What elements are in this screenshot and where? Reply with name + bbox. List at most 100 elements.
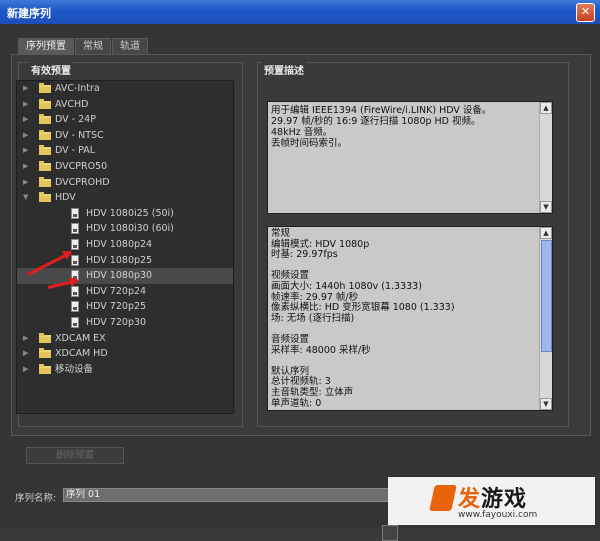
- tree-item-label: XDCAM EX: [55, 332, 106, 344]
- expand-right-icon[interactable]: ▶: [23, 362, 31, 378]
- expand-down-icon[interactable]: ▼: [23, 190, 31, 206]
- tree-preset-item[interactable]: HDV 1080p24: [17, 237, 233, 253]
- sequence-name-label: 序列名称:: [15, 493, 57, 504]
- tree-folder-item[interactable]: ▶ DV - PAL: [17, 143, 233, 159]
- tree-item-label: HDV 1080p24: [86, 238, 153, 250]
- expand-right-icon[interactable]: ▶: [23, 97, 31, 113]
- folder-icon: [39, 176, 51, 187]
- tree-item-label: HDV 720p24: [86, 285, 147, 297]
- expand-right-icon[interactable]: ▶: [23, 331, 31, 347]
- folder-icon: [39, 348, 51, 359]
- tree-item-label: HDV 720p25: [86, 301, 147, 313]
- folder-icon: [39, 114, 51, 125]
- expand-right-icon[interactable]: ▶: [23, 143, 31, 159]
- description-line: 48kHz 音频。: [271, 127, 333, 138]
- dialog-body: 序列预置 常规 轨道 有效预置 预置描述 ▶ AVC-Intra ▶ AVCHD ▶ DV…: [0, 24, 600, 541]
- settings-line: 时基: 29.97fps: [271, 249, 338, 261]
- close-icon[interactable]: ✕: [576, 3, 595, 22]
- tree-folder-item[interactable]: ▶ XDCAM EX: [17, 331, 233, 347]
- tree-item-label: AVC-Intra: [55, 83, 100, 94]
- tree-folder-item[interactable]: ▶ 移动设备: [17, 362, 233, 378]
- scroll-up-icon[interactable]: ▲: [540, 227, 552, 239]
- preset-file-icon: [71, 285, 79, 297]
- preset-description-box: 用于编辑 IEEE1394 (FireWire/i.LINK) HDV 设备。 …: [267, 101, 553, 214]
- tree-folder-item[interactable]: ▶ DVCPRO50: [17, 159, 233, 175]
- tree-preset-item[interactable]: HDV 1080p30: [17, 268, 233, 284]
- preset-file-icon: [71, 207, 79, 219]
- settings-scrollbar[interactable]: ▲ ▼: [539, 227, 552, 410]
- settings-line: 采样率: 48000 采样/秒: [271, 344, 371, 356]
- tree-item-label: HDV 1080p25: [86, 254, 153, 266]
- tree-item-label: DV - 24P: [55, 114, 96, 126]
- description-line: 丢帧时间码索引。: [271, 138, 348, 149]
- expand-right-icon[interactable]: ▶: [23, 175, 31, 191]
- settings-line: 单声道轨: 0: [271, 397, 322, 409]
- ok-button[interactable]: [382, 525, 398, 541]
- tree-item-label: DV - PAL: [55, 145, 96, 157]
- folder-icon: [39, 98, 51, 109]
- folder-icon: [39, 83, 51, 93]
- expand-right-icon[interactable]: ▶: [23, 81, 31, 97]
- preset-file-icon: [71, 223, 79, 235]
- scroll-down-icon[interactable]: ▼: [540, 201, 552, 213]
- tree-folder-item[interactable]: ▶ DVCPROHD: [17, 175, 233, 191]
- tree-preset-item[interactable]: HDV 720p25: [17, 299, 233, 315]
- preset-file-icon: [71, 316, 79, 328]
- delete-preset-button[interactable]: 删除预置: [26, 447, 124, 464]
- tab-sequence-presets[interactable]: 序列预置: [18, 38, 74, 54]
- tab-tracks[interactable]: 轨道: [112, 38, 148, 54]
- description-line: 用于编辑 IEEE1394 (FireWire/i.LINK) HDV 设备。: [271, 105, 492, 116]
- tree-item-label: HDV 1080p30: [86, 270, 153, 282]
- preset-file-icon: [71, 238, 79, 250]
- tree-folder-item[interactable]: ▶ AVC-Intra: [17, 81, 233, 97]
- settings-line: 音频设置: [271, 333, 310, 345]
- tab-bar: 序列预置 常规 轨道: [18, 38, 149, 54]
- folder-icon: [39, 192, 51, 203]
- settings-line: 画面大小: 1440h 1080v (1.3333): [271, 280, 422, 292]
- window-title: 新建序列: [7, 7, 51, 20]
- tree-preset-item[interactable]: HDV 720p30: [17, 315, 233, 331]
- tree-folder-item[interactable]: ▶ DV - NTSC: [17, 128, 233, 144]
- description-line: 29.97 帧/秒的 16:9 逐行扫描 1080p HD 视频。: [271, 116, 481, 127]
- tree-preset-item[interactable]: HDV 1080i30 (60i): [17, 221, 233, 237]
- tab-general[interactable]: 常规: [75, 38, 111, 54]
- tree-folder-item[interactable]: ▶ DV - 24P: [17, 112, 233, 128]
- folder-icon: [39, 332, 51, 343]
- folder-icon: [39, 160, 51, 171]
- tree-item-label: HDV 1080i25 (50i): [86, 207, 174, 219]
- title-bar: 新建序列 ✕: [0, 0, 600, 24]
- preset-settings-box: 常规 编辑模式: HDV 1080p 时基: 29.97fps 视频设置 画面大小…: [267, 226, 553, 411]
- scroll-up-icon[interactable]: ▲: [540, 102, 552, 114]
- expand-right-icon[interactable]: ▶: [23, 159, 31, 175]
- tree-item-label: HDV 720p30: [86, 316, 147, 328]
- expand-right-icon[interactable]: ▶: [23, 128, 31, 144]
- scroll-thumb[interactable]: [541, 240, 552, 352]
- preset-tree[interactable]: ▶ AVC-Intra ▶ AVCHD ▶ DV - 24P ▶ DV - NTSC ▶ DV -…: [16, 80, 234, 414]
- tree-item-label: XDCAM HD: [55, 348, 108, 360]
- settings-line: [271, 324, 549, 335]
- tree-item-label: DVCPROHD: [55, 176, 110, 188]
- folder-icon: [39, 145, 51, 156]
- preset-description-title: 预置描述: [262, 62, 306, 77]
- tree-item-label: HDV: [55, 192, 76, 204]
- tree-folder-item[interactable]: ▼ HDV: [17, 190, 233, 206]
- settings-line: 常规: [271, 228, 291, 239]
- scroll-down-icon[interactable]: ▼: [540, 398, 552, 410]
- watermark-logo: 发游戏: [458, 481, 527, 513]
- tree-item-label: DVCPRO50: [55, 160, 108, 172]
- settings-line: 主音轨类型: 立体声: [271, 386, 354, 398]
- settings-line: [271, 356, 549, 367]
- watermark-logo-first: 发: [458, 487, 482, 512]
- description-scrollbar[interactable]: ▲ ▼: [539, 102, 552, 213]
- tree-preset-item[interactable]: HDV 1080p25: [17, 253, 233, 269]
- expand-right-icon[interactable]: ▶: [23, 346, 31, 362]
- tree-item-label: HDV 1080i30 (60i): [86, 223, 174, 235]
- expand-right-icon[interactable]: ▶: [23, 112, 31, 128]
- folder-icon: [39, 129, 51, 140]
- watermark-logo-rest: 游戏: [481, 487, 528, 512]
- tree-item-label: AVCHD: [55, 98, 89, 110]
- settings-line: 场: 无场 (逐行扫描): [271, 312, 355, 324]
- tree-preset-item[interactable]: HDV 1080i25 (50i): [17, 206, 233, 222]
- tree-folder-item[interactable]: ▶ AVCHD: [17, 97, 233, 113]
- tree-folder-item[interactable]: ▶ XDCAM HD: [17, 346, 233, 362]
